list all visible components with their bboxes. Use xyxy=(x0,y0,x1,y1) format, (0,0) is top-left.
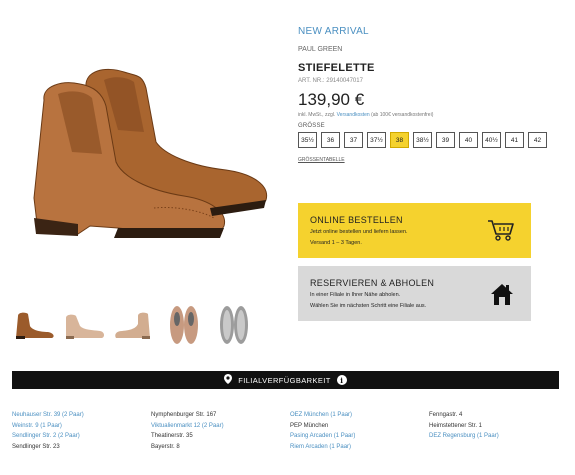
thumbnail-side-view-light-2[interactable] xyxy=(112,303,156,347)
shopping-cart-icon xyxy=(487,218,515,247)
size-option[interactable]: 37½ xyxy=(367,132,386,148)
store-entry[interactable]: Pasing Arcaden (1 Paar) xyxy=(290,431,355,442)
thumbnail-side-view-light[interactable] xyxy=(62,303,106,347)
availability-label: FILIALVERFÜGBARKEIT xyxy=(238,375,331,385)
shipping-prefix: inkl. MwSt., zzgl. xyxy=(298,112,336,118)
store-column-2: Nymphenburger Str. 167 Viktualienmarkt 12… xyxy=(151,410,224,452)
online-order-button[interactable]: ONLINE BESTELLEN Jetzt online bestellen … xyxy=(298,203,531,258)
store-entry[interactable]: Riem Arcaden (1 Paar) xyxy=(290,442,355,453)
store-availability-bar[interactable]: FILIALVERFÜGBARKEIT i xyxy=(12,371,559,389)
size-option[interactable]: 38½ xyxy=(413,132,432,148)
store-entry: Heimstettener Str. 1 xyxy=(429,422,483,429)
store-entry[interactable]: Viktualienmarkt 12 (2 Paar) xyxy=(151,421,224,432)
thumbnail-sole-top-view[interactable] xyxy=(162,303,206,347)
store-entry: Nymphenburger Str. 167 xyxy=(151,412,217,418)
thumbnail-strip xyxy=(12,300,262,350)
shipping-info: inkl. MwSt., zzgl. Versandkosten (ab 100… xyxy=(298,112,568,118)
store-entry: Theatinerstr. 35 xyxy=(151,433,193,439)
reserve-title: RESERVIEREN & ABHOLEN xyxy=(310,278,435,288)
store-column-1: Neuhauser Str. 39 (2 Paar) Weinstr. 9 (1 … xyxy=(12,410,84,452)
size-option[interactable]: 35½ xyxy=(298,132,317,148)
store-entry[interactable]: DEZ Regensburg (1 Paar) xyxy=(429,431,499,442)
info-icon[interactable]: i xyxy=(336,375,347,385)
thumbnail-insole-view[interactable] xyxy=(212,303,256,347)
reserve-line2: Wählen Sie im nächsten Schritt eine Fili… xyxy=(310,303,427,309)
new-arrival-badge: NEW ARRIVAL xyxy=(298,26,369,37)
product-title: STIEFELETTE xyxy=(298,62,375,74)
shipping-costs-link[interactable]: Versandkosten xyxy=(337,112,370,118)
size-option[interactable]: 38 xyxy=(390,132,409,148)
store-column-4: Fenngastr. 4 Heimstettener Str. 1 DEZ Rege… xyxy=(429,410,499,442)
size-option[interactable]: 39 xyxy=(436,132,455,148)
size-selector: 35½ 36 37 37½ 38 38½ 39 40 40½ 41 42 xyxy=(298,132,548,148)
reserve-line1: In einer Filiale in Ihrer Nähe abholen. xyxy=(310,292,401,298)
store-entry: PEP München xyxy=(290,422,329,429)
product-main-image xyxy=(14,58,276,248)
size-option[interactable]: 36 xyxy=(321,132,340,148)
reserve-pickup-button[interactable]: RESERVIEREN & ABHOLEN In einer Filiale i… xyxy=(298,266,531,321)
online-order-title: ONLINE BESTELLEN xyxy=(310,215,403,225)
store-entry[interactable]: OEZ München (1 Paar) xyxy=(290,410,355,421)
store-entry: Bayerstr. 8 xyxy=(151,443,180,450)
house-icon xyxy=(489,281,515,312)
product-info: NEW ARRIVAL PAUL GREEN STIEFELETTE ART. … xyxy=(298,26,568,166)
size-option[interactable]: 37 xyxy=(344,132,363,148)
product-price: 139,90 € xyxy=(298,90,365,109)
size-option[interactable]: 40½ xyxy=(482,132,501,148)
store-entry: Sendlinger Str. 23 xyxy=(12,443,60,450)
shipping-note: (ab 100€ versandkostenfrei) xyxy=(371,112,434,118)
size-option[interactable]: 41 xyxy=(505,132,524,148)
store-entry[interactable]: Neuhauser Str. 39 (2 Paar) xyxy=(12,410,84,421)
size-label: GRÖSSE xyxy=(298,123,325,129)
thumbnail-side-view[interactable] xyxy=(12,303,56,347)
store-column-3: OEZ München (1 Paar) PEP München Pasing Ar… xyxy=(290,410,355,452)
online-order-line1: Jetzt online bestellen und liefern lasse… xyxy=(310,229,408,235)
article-number: ART. NR.: 29140047017 xyxy=(298,78,363,84)
location-pin-icon xyxy=(224,374,233,386)
brand-name[interactable]: PAUL GREEN xyxy=(298,46,568,53)
store-entry[interactable]: Weinstr. 9 (1 Paar) xyxy=(12,421,84,432)
store-list: Neuhauser Str. 39 (2 Paar) Weinstr. 9 (1 … xyxy=(12,410,559,470)
store-entry[interactable]: Sendlinger Str. 2 (2 Paar) xyxy=(12,431,84,442)
store-entry: Fenngastr. 4 xyxy=(429,412,463,418)
size-option[interactable]: 42 xyxy=(528,132,547,148)
size-option[interactable]: 40 xyxy=(459,132,478,148)
online-order-line2: Versand 1 – 3 Tagen. xyxy=(310,240,362,246)
size-table-link[interactable]: GRÖSSENTABELLE xyxy=(298,157,345,163)
